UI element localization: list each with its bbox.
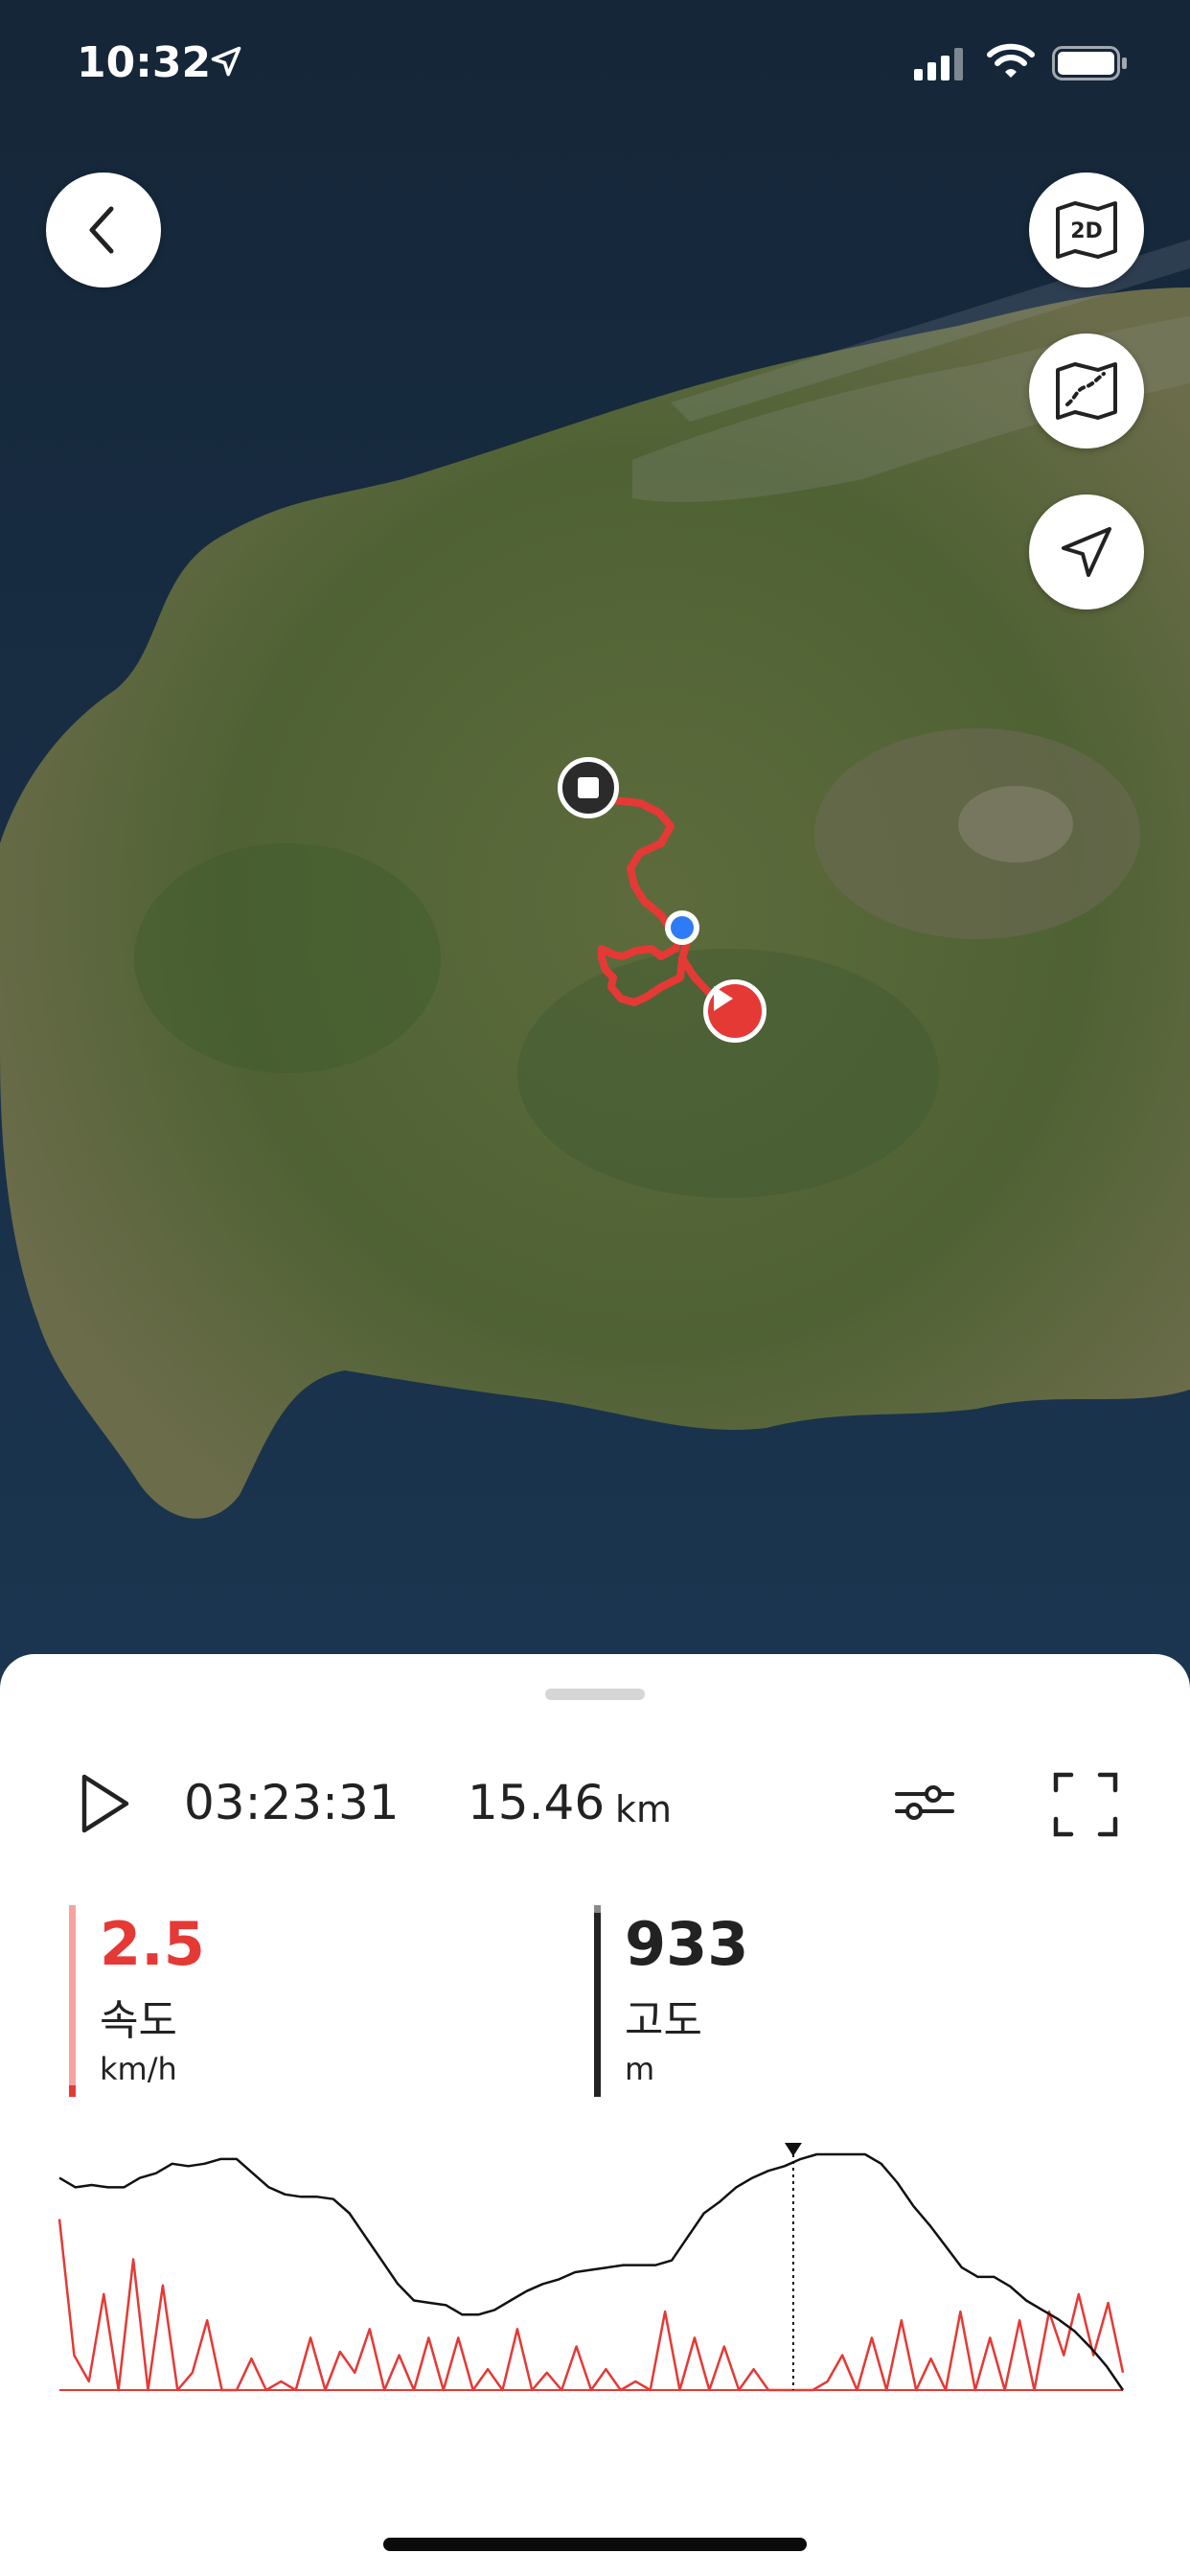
speed-series-line bbox=[57, 2219, 1125, 2392]
route-map-icon bbox=[1056, 362, 1117, 420]
status-time: 10:32 bbox=[77, 38, 212, 87]
battery-icon bbox=[1052, 46, 1127, 80]
playback-cursor-handle[interactable] bbox=[784, 2143, 802, 2156]
sliders-icon bbox=[895, 1785, 954, 1820]
altitude-unit: m bbox=[625, 2051, 655, 2087]
distance-unit: km bbox=[615, 1788, 673, 1830]
altitude-accent-bar bbox=[594, 1905, 601, 2097]
fullscreen-button[interactable] bbox=[1052, 1771, 1119, 1838]
chevron-left-icon bbox=[89, 206, 114, 254]
current-position-dot bbox=[665, 910, 699, 945]
altitude-series-line bbox=[58, 2152, 1125, 2391]
map-style-button[interactable] bbox=[1029, 334, 1144, 448]
view-2d-button[interactable]: 2D bbox=[1029, 172, 1144, 288]
speed-label: 속도 bbox=[100, 1996, 177, 2045]
speed-unit: km/h bbox=[100, 2051, 177, 2087]
altitude-label: 고도 bbox=[625, 1996, 702, 2045]
locate-button[interactable] bbox=[1029, 494, 1144, 610]
wifi-icon bbox=[987, 43, 1035, 78]
speed-accent-bar bbox=[69, 1905, 76, 2097]
satellite-map[interactable] bbox=[0, 0, 1190, 1687]
route-track bbox=[584, 784, 724, 1006]
navigation-arrow-icon bbox=[1062, 527, 1111, 577]
speed-value: 2.5 bbox=[100, 1909, 205, 1979]
altitude-metric: 933 고도 m bbox=[594, 1905, 977, 2097]
map-2d-label: 2D bbox=[1070, 219, 1103, 243]
route-line bbox=[584, 784, 724, 1006]
distance-value: 15.46 bbox=[468, 1775, 606, 1830]
expand-icon bbox=[1053, 1772, 1118, 1837]
status-bar: 10:32 bbox=[0, 0, 1190, 134]
back-button[interactable] bbox=[46, 172, 161, 288]
speed-altitude-chart[interactable] bbox=[57, 2139, 1131, 2407]
altitude-value: 933 bbox=[625, 1909, 749, 1979]
location-arrow-icon bbox=[211, 46, 241, 77]
filter-settings-button[interactable] bbox=[891, 1769, 958, 1836]
home-indicator[interactable] bbox=[383, 2538, 807, 2551]
stop-marker-icon[interactable] bbox=[558, 757, 619, 818]
speed-metric: 2.5 속도 km/h bbox=[69, 1905, 452, 2097]
play-icon bbox=[81, 1774, 129, 1833]
map-2d-icon: 2D bbox=[1056, 201, 1117, 259]
play-button[interactable] bbox=[79, 1773, 132, 1834]
play-marker-icon[interactable] bbox=[703, 979, 767, 1043]
sheet-grabber[interactable] bbox=[545, 1689, 645, 1700]
elapsed-time: 03:23:31 bbox=[184, 1775, 400, 1830]
playback-sheet[interactable]: 03:23:31 15.46 km 2.5 속도 km/h 933 고도 m bbox=[0, 1654, 1190, 2576]
cellular-signal-icon bbox=[914, 48, 963, 80]
